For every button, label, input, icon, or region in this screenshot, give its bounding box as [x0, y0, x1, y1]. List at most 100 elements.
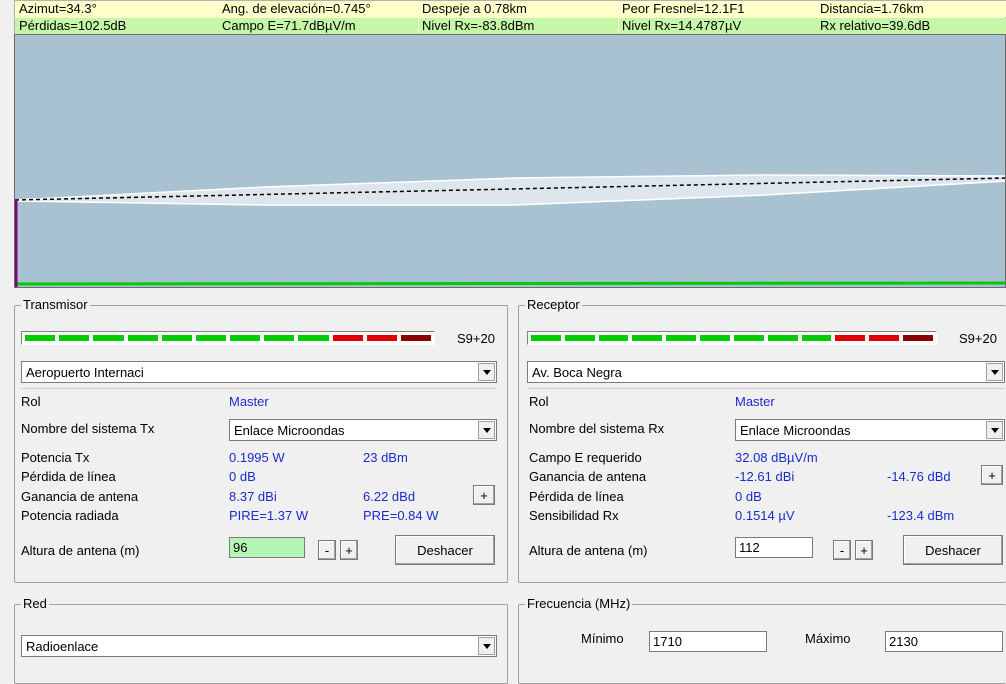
rx-role-label: Rol [529, 394, 549, 409]
tx-gain-dbi: 8.37 dBi [229, 489, 277, 504]
rx-signal-segment [700, 335, 730, 341]
tx-height-plus-button[interactable]: + [340, 540, 358, 560]
path-profile-graphic [15, 174, 1005, 287]
chevron-down-icon[interactable] [478, 421, 495, 439]
rx-field-value: 32.08 dBµV/m [735, 450, 818, 465]
tx-height-input[interactable]: 96 [229, 537, 305, 558]
chevron-down-icon[interactable] [986, 363, 1003, 381]
rx-signal-segment [733, 335, 764, 341]
rx-gain-dbi: -12.61 dBi [735, 469, 795, 484]
frequency-max-label: Máximo [805, 631, 851, 646]
distance-readout: Distancia=1.76km [817, 1, 1006, 17]
tx-line-loss-label: Pérdida de línea [21, 469, 116, 484]
path-profile-view[interactable] [14, 34, 1006, 288]
tx-signal-segment [264, 335, 295, 341]
chevron-down-icon[interactable] [478, 363, 495, 381]
tx-role-label: Rol [21, 394, 41, 409]
rx-signal-segment [869, 335, 900, 341]
rx-gain-dbd: -14.76 dBd [887, 469, 951, 484]
rx-signal-segment [632, 335, 663, 341]
tx-station-select[interactable]: Aeropuerto Internaci [21, 361, 497, 383]
tx-system-value: Enlace Microondas [234, 423, 345, 438]
rx-height-plus-button[interactable]: + [855, 540, 873, 560]
frequency-min-label: Mínimo [581, 631, 624, 646]
terrain-line [15, 281, 1005, 286]
receiver-group: Receptor S9+20 Av. Boca Negra Rol Master… [518, 297, 1006, 583]
tx-signal-segment [366, 335, 397, 341]
frequency-min-input[interactable]: 1710 [649, 631, 767, 652]
tx-signal-segment [59, 335, 90, 341]
rx-level-dbm-readout: Nivel Rx=-83.8dBm [419, 18, 618, 34]
rx-signal-segment [835, 335, 866, 341]
receiver-title: Receptor [525, 297, 582, 313]
tx-undo-button[interactable]: Deshacer [395, 535, 495, 565]
tx-power-label: Potencia Tx [21, 450, 90, 465]
tx-station-value: Aeropuerto Internaci [26, 365, 144, 380]
rx-signal-label: S9+20 [959, 331, 997, 346]
tx-signal-segment [161, 335, 192, 341]
rx-system-value: Enlace Microondas [740, 423, 851, 438]
tx-gain-plus-button[interactable]: + [473, 485, 495, 505]
rx-signal-segment [666, 335, 697, 341]
transmitter-group: Transmisor S9+20 Aeropuerto Internaci Ro… [14, 297, 508, 583]
tx-signal-segment [93, 335, 124, 341]
tx-height-label: Altura de antena (m) [21, 543, 140, 558]
rx-system-label: Nombre del sistema Rx [529, 421, 665, 436]
rx-gain-label: Ganancia de antena [529, 469, 647, 484]
path-loss-readout: Pérdidas=102.5dB [15, 18, 219, 34]
rx-signal-segment [801, 335, 832, 341]
tx-power-dbm: 23 dBm [363, 450, 408, 465]
tx-signal-segment [230, 335, 261, 341]
chevron-down-icon[interactable] [478, 637, 495, 655]
tx-pire-value: PIRE=1.37 W [229, 508, 309, 523]
rx-line-loss-value: 0 dB [735, 489, 762, 504]
divider [21, 388, 497, 389]
rx-gain-plus-button[interactable]: + [981, 465, 1003, 485]
link-status-strip: Azimut=34.3° Ang. de elevación=0.745° De… [14, 0, 1006, 34]
tx-signal-segment [127, 335, 158, 341]
tx-signal-label: S9+20 [457, 331, 495, 346]
network-select[interactable]: Radioenlace [21, 635, 497, 657]
tx-signal-segment [195, 335, 227, 341]
tx-system-label: Nombre del sistema Tx [21, 421, 155, 436]
tx-height-minus-button[interactable]: - [318, 540, 336, 560]
elevation-angle-readout: Ang. de elevación=0.745° [219, 1, 418, 17]
rx-station-select[interactable]: Av. Boca Negra [527, 361, 1005, 383]
rx-system-select[interactable]: Enlace Microondas [735, 419, 1005, 441]
rx-signal-meter [527, 331, 937, 345]
tx-signal-segment [332, 335, 363, 341]
rx-height-label: Altura de antena (m) [529, 543, 648, 558]
relative-rx-readout: Rx relativo=39.6dB [817, 18, 1006, 34]
rx-level-uv-readout: Nivel Rx=14.4787µV [619, 18, 818, 34]
rx-undo-button[interactable]: Deshacer [903, 535, 1003, 565]
tx-line-loss-value: 0 dB [229, 469, 256, 484]
transmitter-title: Transmisor [21, 297, 90, 313]
tx-power-w: 0.1995 W [229, 450, 285, 465]
tx-signal-meter [21, 331, 435, 345]
rx-signal-segment [531, 335, 561, 341]
tx-signal-segment [25, 335, 56, 341]
tx-signal-segment [400, 335, 432, 341]
chevron-down-icon[interactable] [986, 421, 1003, 439]
tx-gain-label: Ganancia de antena [21, 489, 139, 504]
rx-signal-segment [903, 335, 933, 341]
frequency-max-input[interactable]: 2130 [885, 631, 1003, 652]
rx-sensitivity-label: Sensibilidad Rx [529, 508, 619, 523]
clearance-readout: Despeje a 0.78km [419, 1, 618, 17]
rx-signal-segment [564, 335, 595, 341]
rx-height-minus-button[interactable]: - [833, 540, 851, 560]
worst-fresnel-readout: Peor Fresnel=12.1F1 [619, 1, 818, 17]
tx-signal-segment [298, 335, 329, 341]
rx-line-loss-label: Pérdida de línea [529, 489, 624, 504]
frequency-title: Frecuencia (MHz) [525, 596, 633, 612]
tx-system-select[interactable]: Enlace Microondas [229, 419, 497, 441]
e-field-readout: Campo E=71.7dBµV/m [219, 18, 418, 34]
rx-field-label: Campo E requerido [529, 450, 642, 465]
network-title: Red [21, 596, 49, 612]
network-value: Radioenlace [26, 639, 99, 654]
rx-station-value: Av. Boca Negra [532, 365, 622, 380]
rx-sensitivity-dbm: -123.4 dBm [887, 508, 955, 523]
rx-height-input[interactable]: 112 [735, 537, 813, 558]
tx-pre-value: PRE=0.84 W [363, 508, 439, 523]
tx-gain-dbd: 6.22 dBd [363, 489, 416, 504]
